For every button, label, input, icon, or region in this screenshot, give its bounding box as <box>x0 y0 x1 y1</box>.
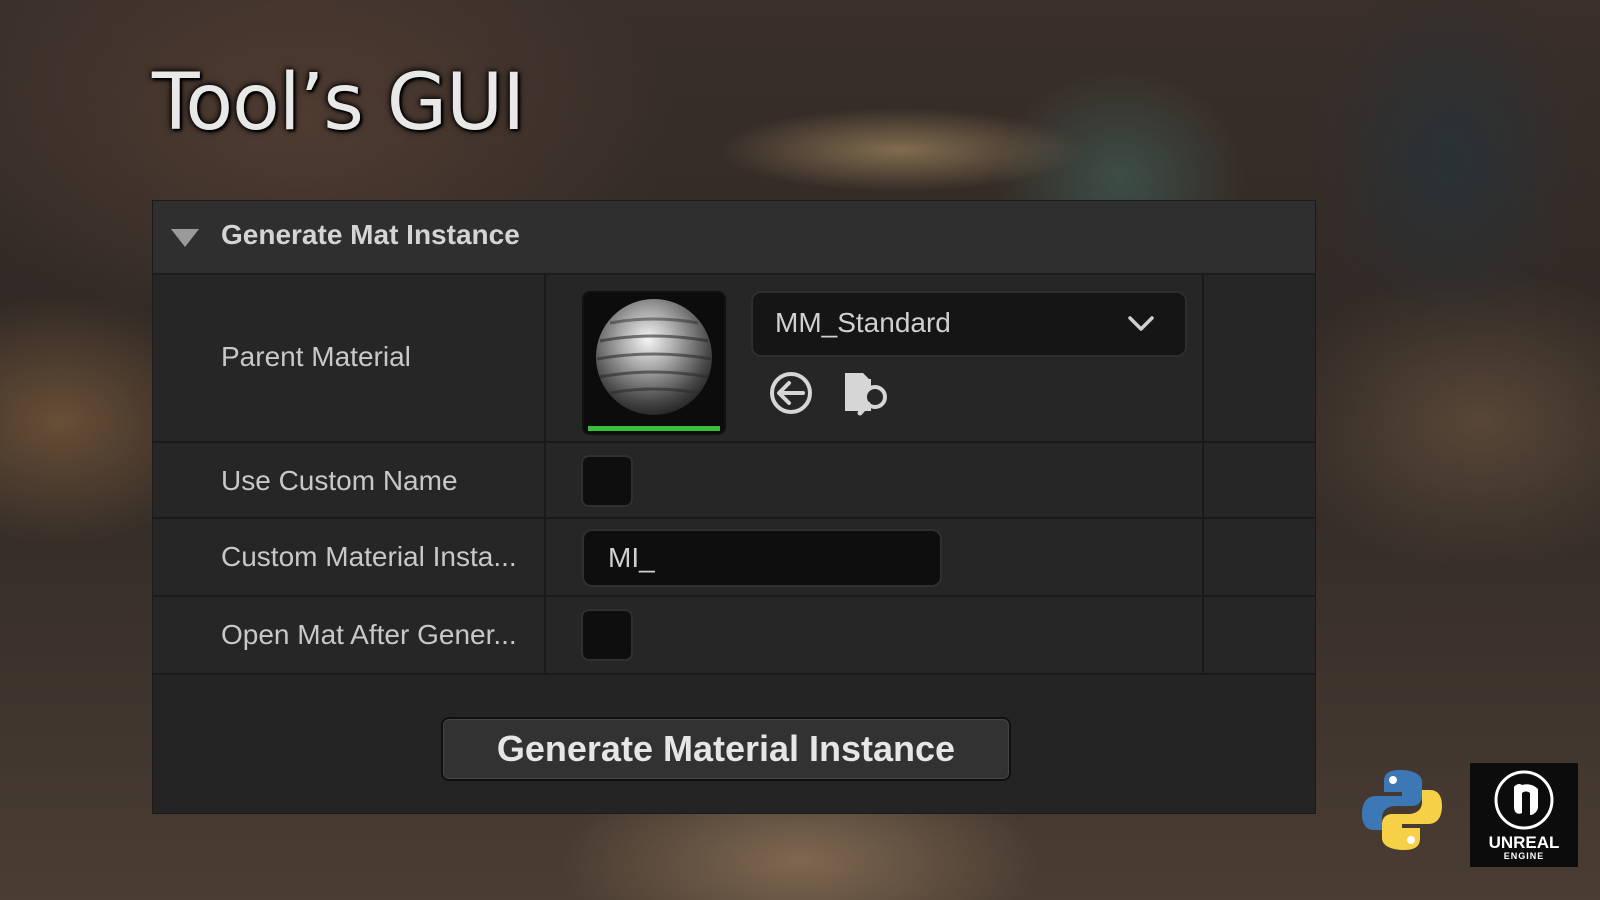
python-logo-icon <box>1362 770 1442 850</box>
column-divider <box>544 597 546 673</box>
open-after-generate-label: Open Mat After Gener... <box>221 619 517 650</box>
collapse-triangle-icon[interactable] <box>171 229 199 247</box>
generate-material-instance-button[interactable]: Generate Material Instance <box>441 717 1011 781</box>
dropdown-value: MM_Standard <box>775 307 951 338</box>
property-rows: Parent Material MM_Standard Use Custom N… <box>153 275 1315 675</box>
use-custom-name-label: Use Custom Name <box>221 465 458 496</box>
row-custom-instance-name: Custom Material Insta... <box>153 519 1315 597</box>
parent-material-label: Parent Material <box>221 341 411 372</box>
parent-material-dropdown[interactable]: MM_Standard <box>753 293 1185 355</box>
column-divider <box>544 275 546 441</box>
custom-instance-name-label: Custom Material Insta... <box>221 541 517 572</box>
material-sphere-icon <box>596 299 712 415</box>
unreal-engine-logo-icon <box>1494 770 1554 830</box>
thumbnail-color-bar <box>588 426 720 431</box>
use-selected-arrow-icon <box>770 372 812 414</box>
row-use-custom-name: Use Custom Name <box>153 443 1315 519</box>
column-divider <box>544 519 546 595</box>
row-parent-material: Parent Material MM_Standard <box>153 275 1315 443</box>
python-logo <box>1358 766 1446 858</box>
column-divider <box>1202 597 1204 673</box>
use-selected-asset-button[interactable] <box>767 369 815 421</box>
section-title: Generate Mat Instance <box>221 219 520 250</box>
use-custom-name-checkbox[interactable] <box>583 457 631 505</box>
browse-folder-icon <box>845 373 887 416</box>
chevron-down-icon <box>1128 316 1154 331</box>
column-divider <box>1202 519 1204 595</box>
unreal-wordmark: UNREAL <box>1488 833 1560 852</box>
open-after-generate-checkbox[interactable] <box>583 611 631 659</box>
custom-instance-name-input[interactable] <box>584 531 940 585</box>
column-divider <box>1202 275 1204 441</box>
column-divider <box>544 443 546 517</box>
page-title: Tool’s GUI <box>152 58 525 148</box>
column-divider <box>1202 443 1204 517</box>
section-header[interactable]: Generate Mat Instance <box>153 201 1315 275</box>
browse-to-asset-button[interactable] <box>841 367 893 423</box>
tool-panel: Generate Mat Instance Parent Material MM… <box>153 201 1315 813</box>
row-open-after-generate: Open Mat After Gener... <box>153 597 1315 675</box>
unreal-engine-logo: UNREAL ENGINE <box>1470 763 1578 867</box>
material-thumbnail[interactable] <box>584 293 724 433</box>
engine-wordmark: ENGINE <box>1503 851 1545 861</box>
